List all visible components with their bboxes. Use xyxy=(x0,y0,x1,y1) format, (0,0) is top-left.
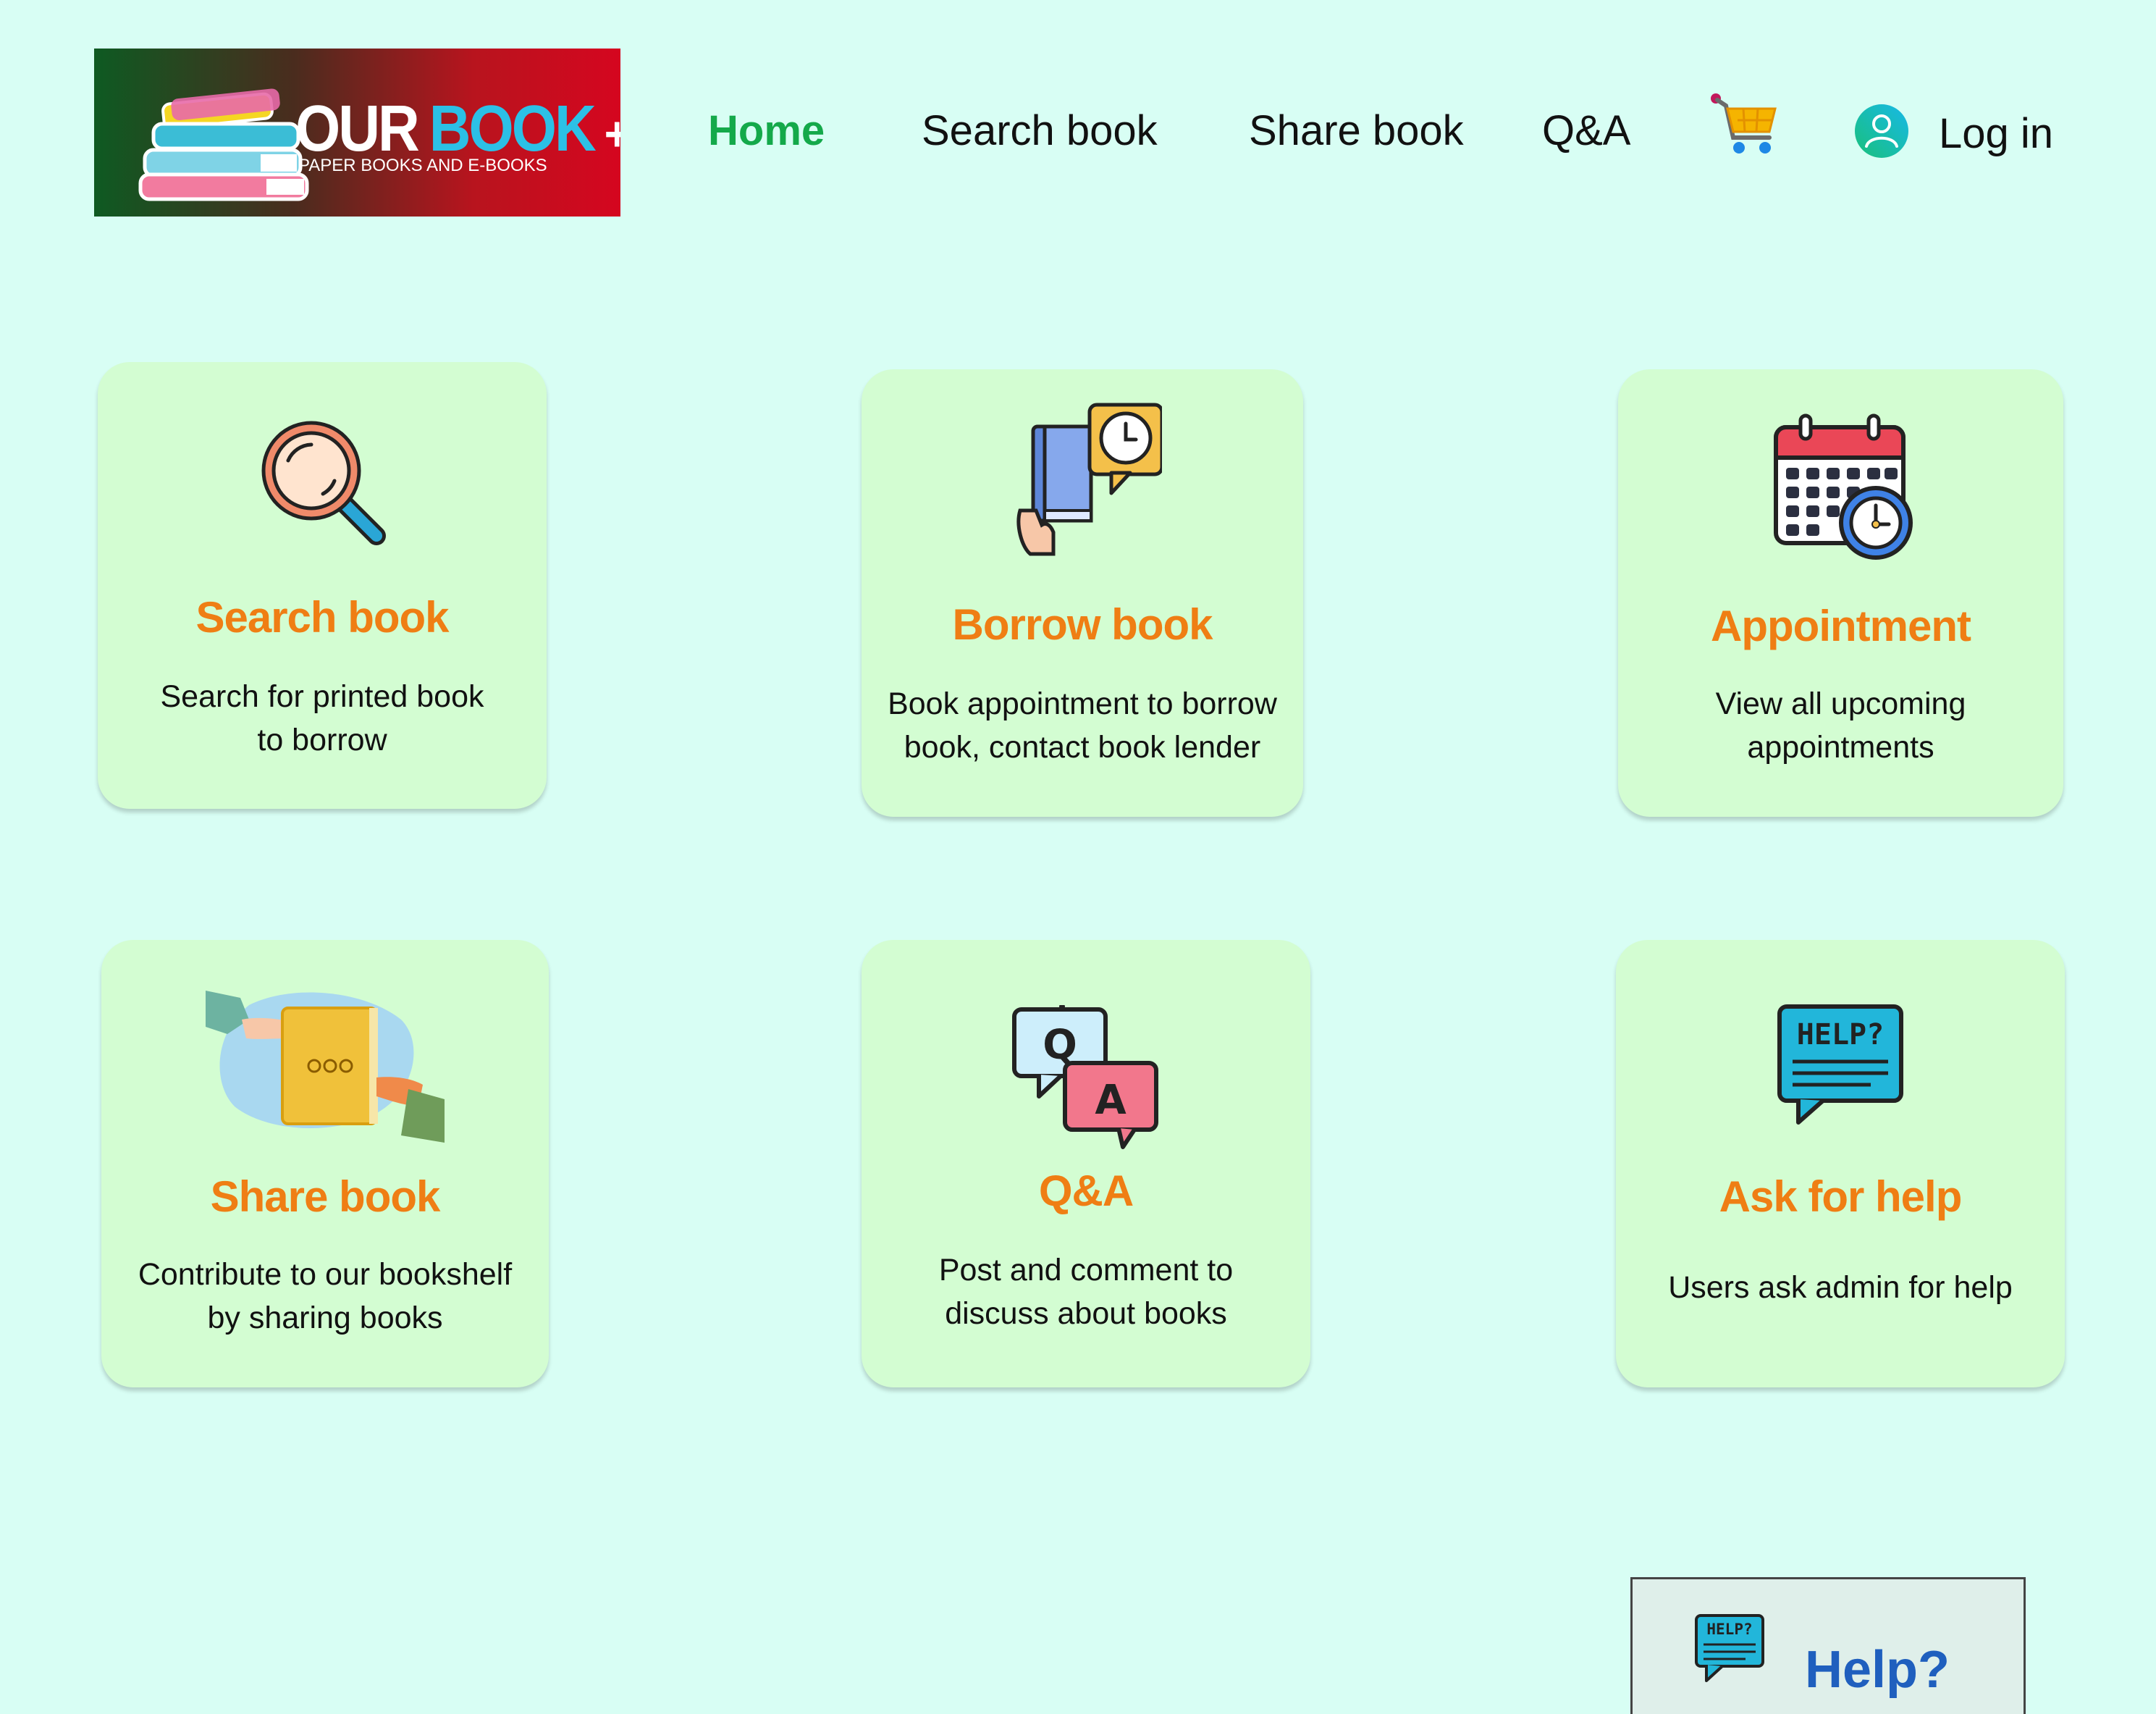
help-bubble-icon: HELP? xyxy=(1695,1614,1764,1682)
brand-tagline: PAPER BOOKS AND E-BOOKS xyxy=(298,156,547,175)
card-search-book[interactable]: Search book Search for printed book to b… xyxy=(98,362,547,809)
book-clock-icon xyxy=(1016,403,1162,556)
card-title: Ask for help xyxy=(1719,1172,1963,1221)
brand-name: OUR BOOK + xyxy=(295,96,620,161)
svg-text:HELP?: HELP? xyxy=(1797,1018,1884,1051)
card-title: Borrow book xyxy=(952,600,1213,649)
card-qa[interactable]: Q A Q&A Post and comment to discuss abou… xyxy=(862,940,1310,1387)
card-description: Post and comment to discuss about books xyxy=(938,1253,1234,1331)
card-share-book[interactable]: Share book Contribute to our bookshelf b… xyxy=(101,940,549,1387)
help-icon-text: HELP? xyxy=(1706,1621,1752,1638)
user-avatar-icon[interactable] xyxy=(1853,103,1910,159)
help-button-label: Help? xyxy=(1805,1641,1950,1699)
card-appointment[interactable]: Appointment View all upcoming appointmen… xyxy=(1618,369,2063,817)
card-description: View all upcoming appointments xyxy=(1715,686,1966,765)
nav-search-book[interactable]: Search book xyxy=(922,110,1158,152)
card-title: Appointment xyxy=(1711,602,1971,650)
card-description: Search for printed book to borrow xyxy=(160,679,484,757)
magnifier-icon xyxy=(261,421,386,545)
nav-home[interactable]: Home xyxy=(708,110,825,152)
help-bubble-icon: HELP? xyxy=(1777,1004,1903,1125)
brand-plus: + xyxy=(605,109,620,159)
nav-share-book[interactable]: Share book xyxy=(1249,110,1464,152)
help-button[interactable]: HELP? Help? xyxy=(1630,1577,2026,1714)
card-borrow-book[interactable]: Borrow book Book appointment to borrow b… xyxy=(862,369,1303,817)
calendar-clock-icon xyxy=(1773,413,1913,560)
brand-word-book: BOOK xyxy=(429,92,597,165)
home-page: OUR BOOK + PAPER BOOKS AND E-BOOKS Home … xyxy=(0,0,2156,1714)
book-handover-icon xyxy=(206,991,445,1143)
qa-bubbles-icon: Q A xyxy=(1012,1005,1158,1149)
nav-qa[interactable]: Q&A xyxy=(1542,110,1631,152)
svg-text:A: A xyxy=(1095,1077,1127,1124)
card-description: Users ask admin for help xyxy=(1668,1270,2013,1305)
cart-icon[interactable] xyxy=(1709,91,1781,161)
card-title: Search book xyxy=(195,593,449,642)
brand-word-our: OUR xyxy=(295,92,420,165)
card-title: Share book xyxy=(210,1172,441,1221)
card-title: Q&A xyxy=(1038,1167,1134,1215)
nav-login[interactable]: Log in xyxy=(1939,113,2053,155)
card-ask-for-help[interactable]: HELP? Ask for help Users ask admin for h… xyxy=(1616,940,2065,1387)
card-description: Book appointment to borrow book, contact… xyxy=(888,686,1277,765)
card-description: Contribute to our bookshelf by sharing b… xyxy=(138,1257,513,1335)
site-logo[interactable]: OUR BOOK + PAPER BOOKS AND E-BOOKS xyxy=(94,49,620,217)
